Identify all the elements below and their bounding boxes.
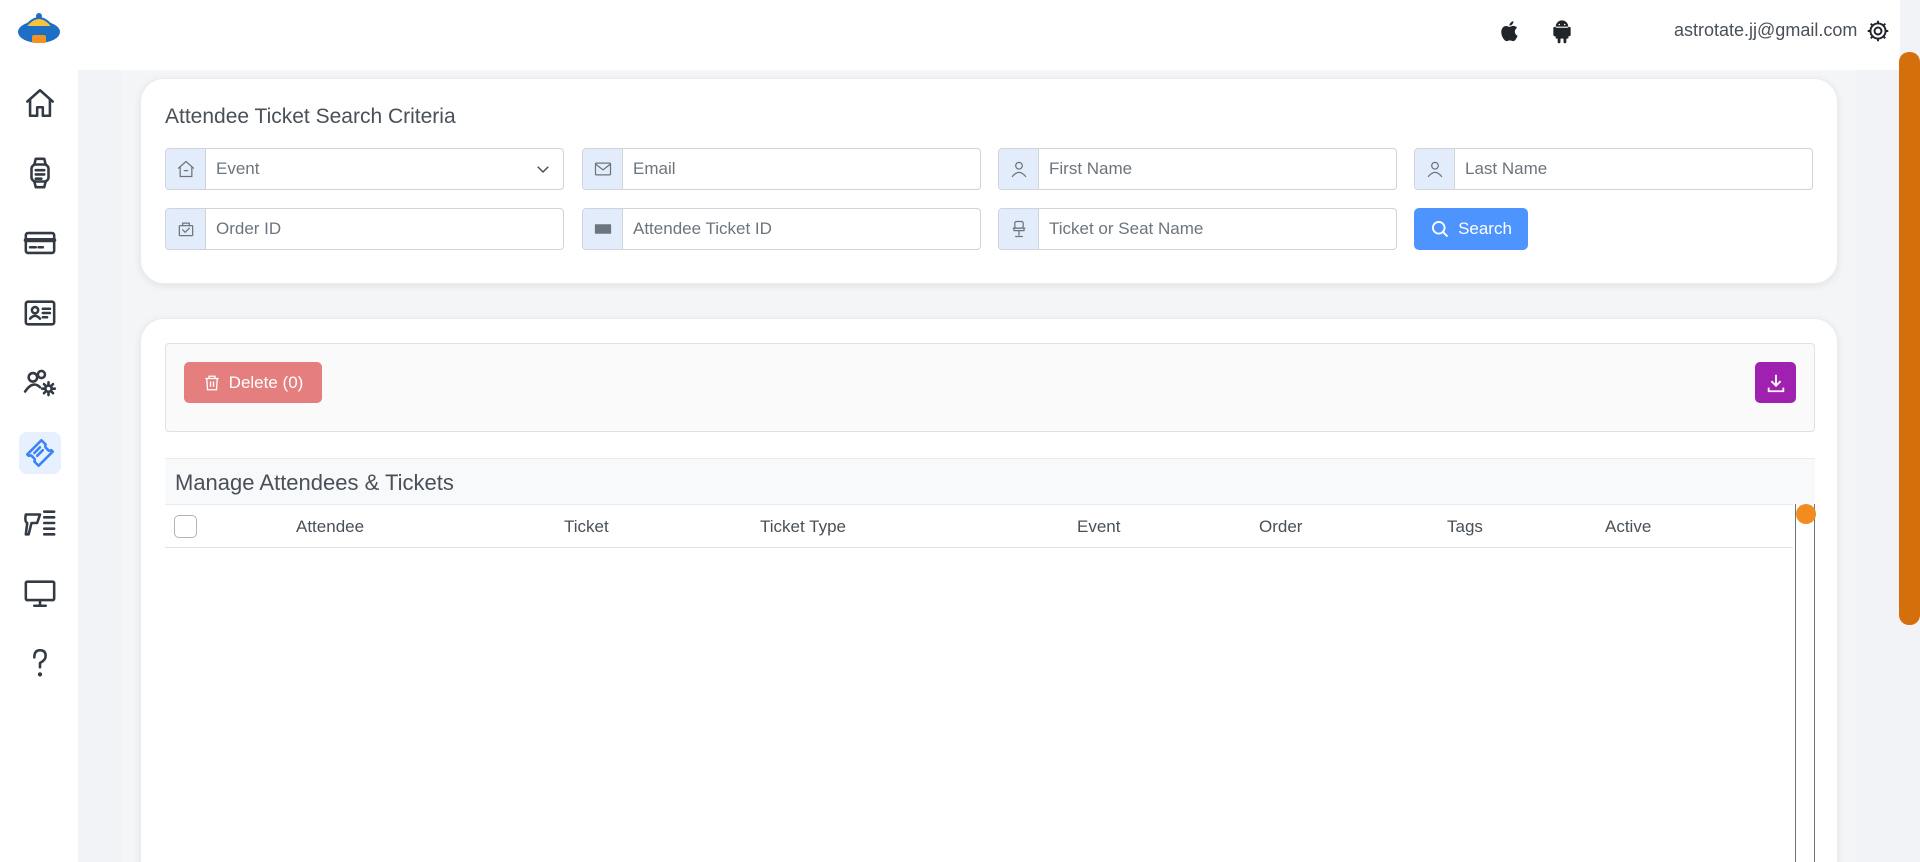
search-button[interactable]: Search: [1414, 208, 1528, 250]
email-input[interactable]: [623, 149, 980, 189]
email-field[interactable]: [582, 148, 981, 190]
sidebar-item-contacts[interactable]: [19, 292, 61, 334]
user-icon: [999, 149, 1039, 189]
select-all-checkbox[interactable]: [174, 515, 197, 538]
sidebar-item-display[interactable]: [19, 572, 61, 614]
sidebar-item-scanner[interactable]: [19, 502, 61, 544]
trash-icon: [204, 375, 219, 390]
column-header-tags[interactable]: Tags: [1447, 517, 1483, 537]
search-icon: [1432, 221, 1449, 238]
attendee-ticket-id-field[interactable]: [582, 208, 981, 250]
ticket-icon: [25, 438, 55, 468]
users-gear-icon: [23, 369, 57, 397]
search-criteria-card: Attendee Ticket Search Criteria Event Em…: [140, 78, 1838, 284]
shopping-bag-icon: [166, 209, 206, 249]
order-id-field[interactable]: [165, 208, 564, 250]
first-name-field[interactable]: [998, 148, 1397, 190]
house-icon: [25, 88, 55, 118]
ticket-icon: [583, 209, 623, 249]
delete-button[interactable]: Delete (0): [184, 362, 322, 403]
column-header-ticket[interactable]: Ticket: [564, 517, 609, 537]
search-button-label: Search: [1458, 219, 1512, 238]
download-icon: [1767, 374, 1784, 392]
sidebar-item-user-settings[interactable]: [19, 362, 61, 404]
table-scrollbar-thumb[interactable]: [1796, 504, 1816, 524]
table-scrollbar[interactable]: [1795, 504, 1815, 862]
download-button[interactable]: [1755, 362, 1796, 403]
event-select[interactable]: Event: [165, 148, 564, 190]
column-header-ticket-type[interactable]: Ticket Type: [760, 517, 846, 537]
house-icon: [166, 149, 206, 189]
attendees-table-card: Delete (0) Manage Attendees & Tickets At…: [140, 318, 1838, 862]
sidebar-item-payments[interactable]: [19, 222, 61, 264]
android-icon[interactable]: [1548, 17, 1576, 45]
table-toolbar: Delete (0): [165, 343, 1815, 432]
sidebar-item-help[interactable]: [19, 642, 61, 684]
last-name-input[interactable]: [1455, 149, 1812, 189]
app-logo[interactable]: [16, 8, 62, 48]
page-scrollbar-thumb[interactable]: [1899, 52, 1920, 625]
monitor-icon: [24, 580, 56, 608]
ticket-seat-field[interactable]: [998, 208, 1397, 250]
envelope-icon: [583, 149, 623, 189]
id-card-icon: [24, 300, 56, 326]
apple-icon[interactable]: [1496, 17, 1524, 45]
sidebar-item-tickets[interactable]: [19, 432, 61, 474]
table-title: Manage Attendees & Tickets: [175, 470, 454, 495]
event-select-value: Event: [216, 159, 260, 178]
table-header: Attendee Ticket Ticket Type Event Order …: [165, 504, 1793, 548]
gear-icon[interactable]: [1864, 17, 1892, 45]
sidebar-item-devices[interactable]: [19, 152, 61, 194]
question-icon: [33, 648, 47, 677]
column-header-attendee[interactable]: Attendee: [296, 517, 364, 537]
user-icon: [1415, 149, 1455, 189]
ticket-seat-input[interactable]: [1039, 209, 1396, 249]
attendee-ticket-id-input[interactable]: [623, 209, 980, 249]
column-header-order[interactable]: Order: [1259, 517, 1302, 537]
smartwatch-icon: [30, 157, 50, 189]
sidebar: [0, 0, 78, 862]
order-id-input[interactable]: [206, 209, 563, 249]
user-email[interactable]: astrotate.jj@gmail.com: [1674, 20, 1857, 41]
first-name-input[interactable]: [1039, 149, 1396, 189]
credit-card-icon: [23, 231, 57, 255]
top-bar: astrotate.jj@gmail.com: [78, 0, 1900, 70]
sidebar-item-home[interactable]: [19, 82, 61, 124]
seat-icon: [999, 209, 1039, 249]
column-header-event[interactable]: Event: [1077, 517, 1120, 537]
chevron-down-icon: [523, 149, 563, 189]
last-name-field[interactable]: [1414, 148, 1813, 190]
table-title-bar: Manage Attendees & Tickets: [165, 458, 1815, 504]
column-header-active[interactable]: Active: [1605, 517, 1651, 537]
search-title: Attendee Ticket Search Criteria: [165, 105, 456, 128]
scanner-icon: [24, 510, 56, 536]
delete-button-label: Delete (0): [228, 372, 304, 392]
